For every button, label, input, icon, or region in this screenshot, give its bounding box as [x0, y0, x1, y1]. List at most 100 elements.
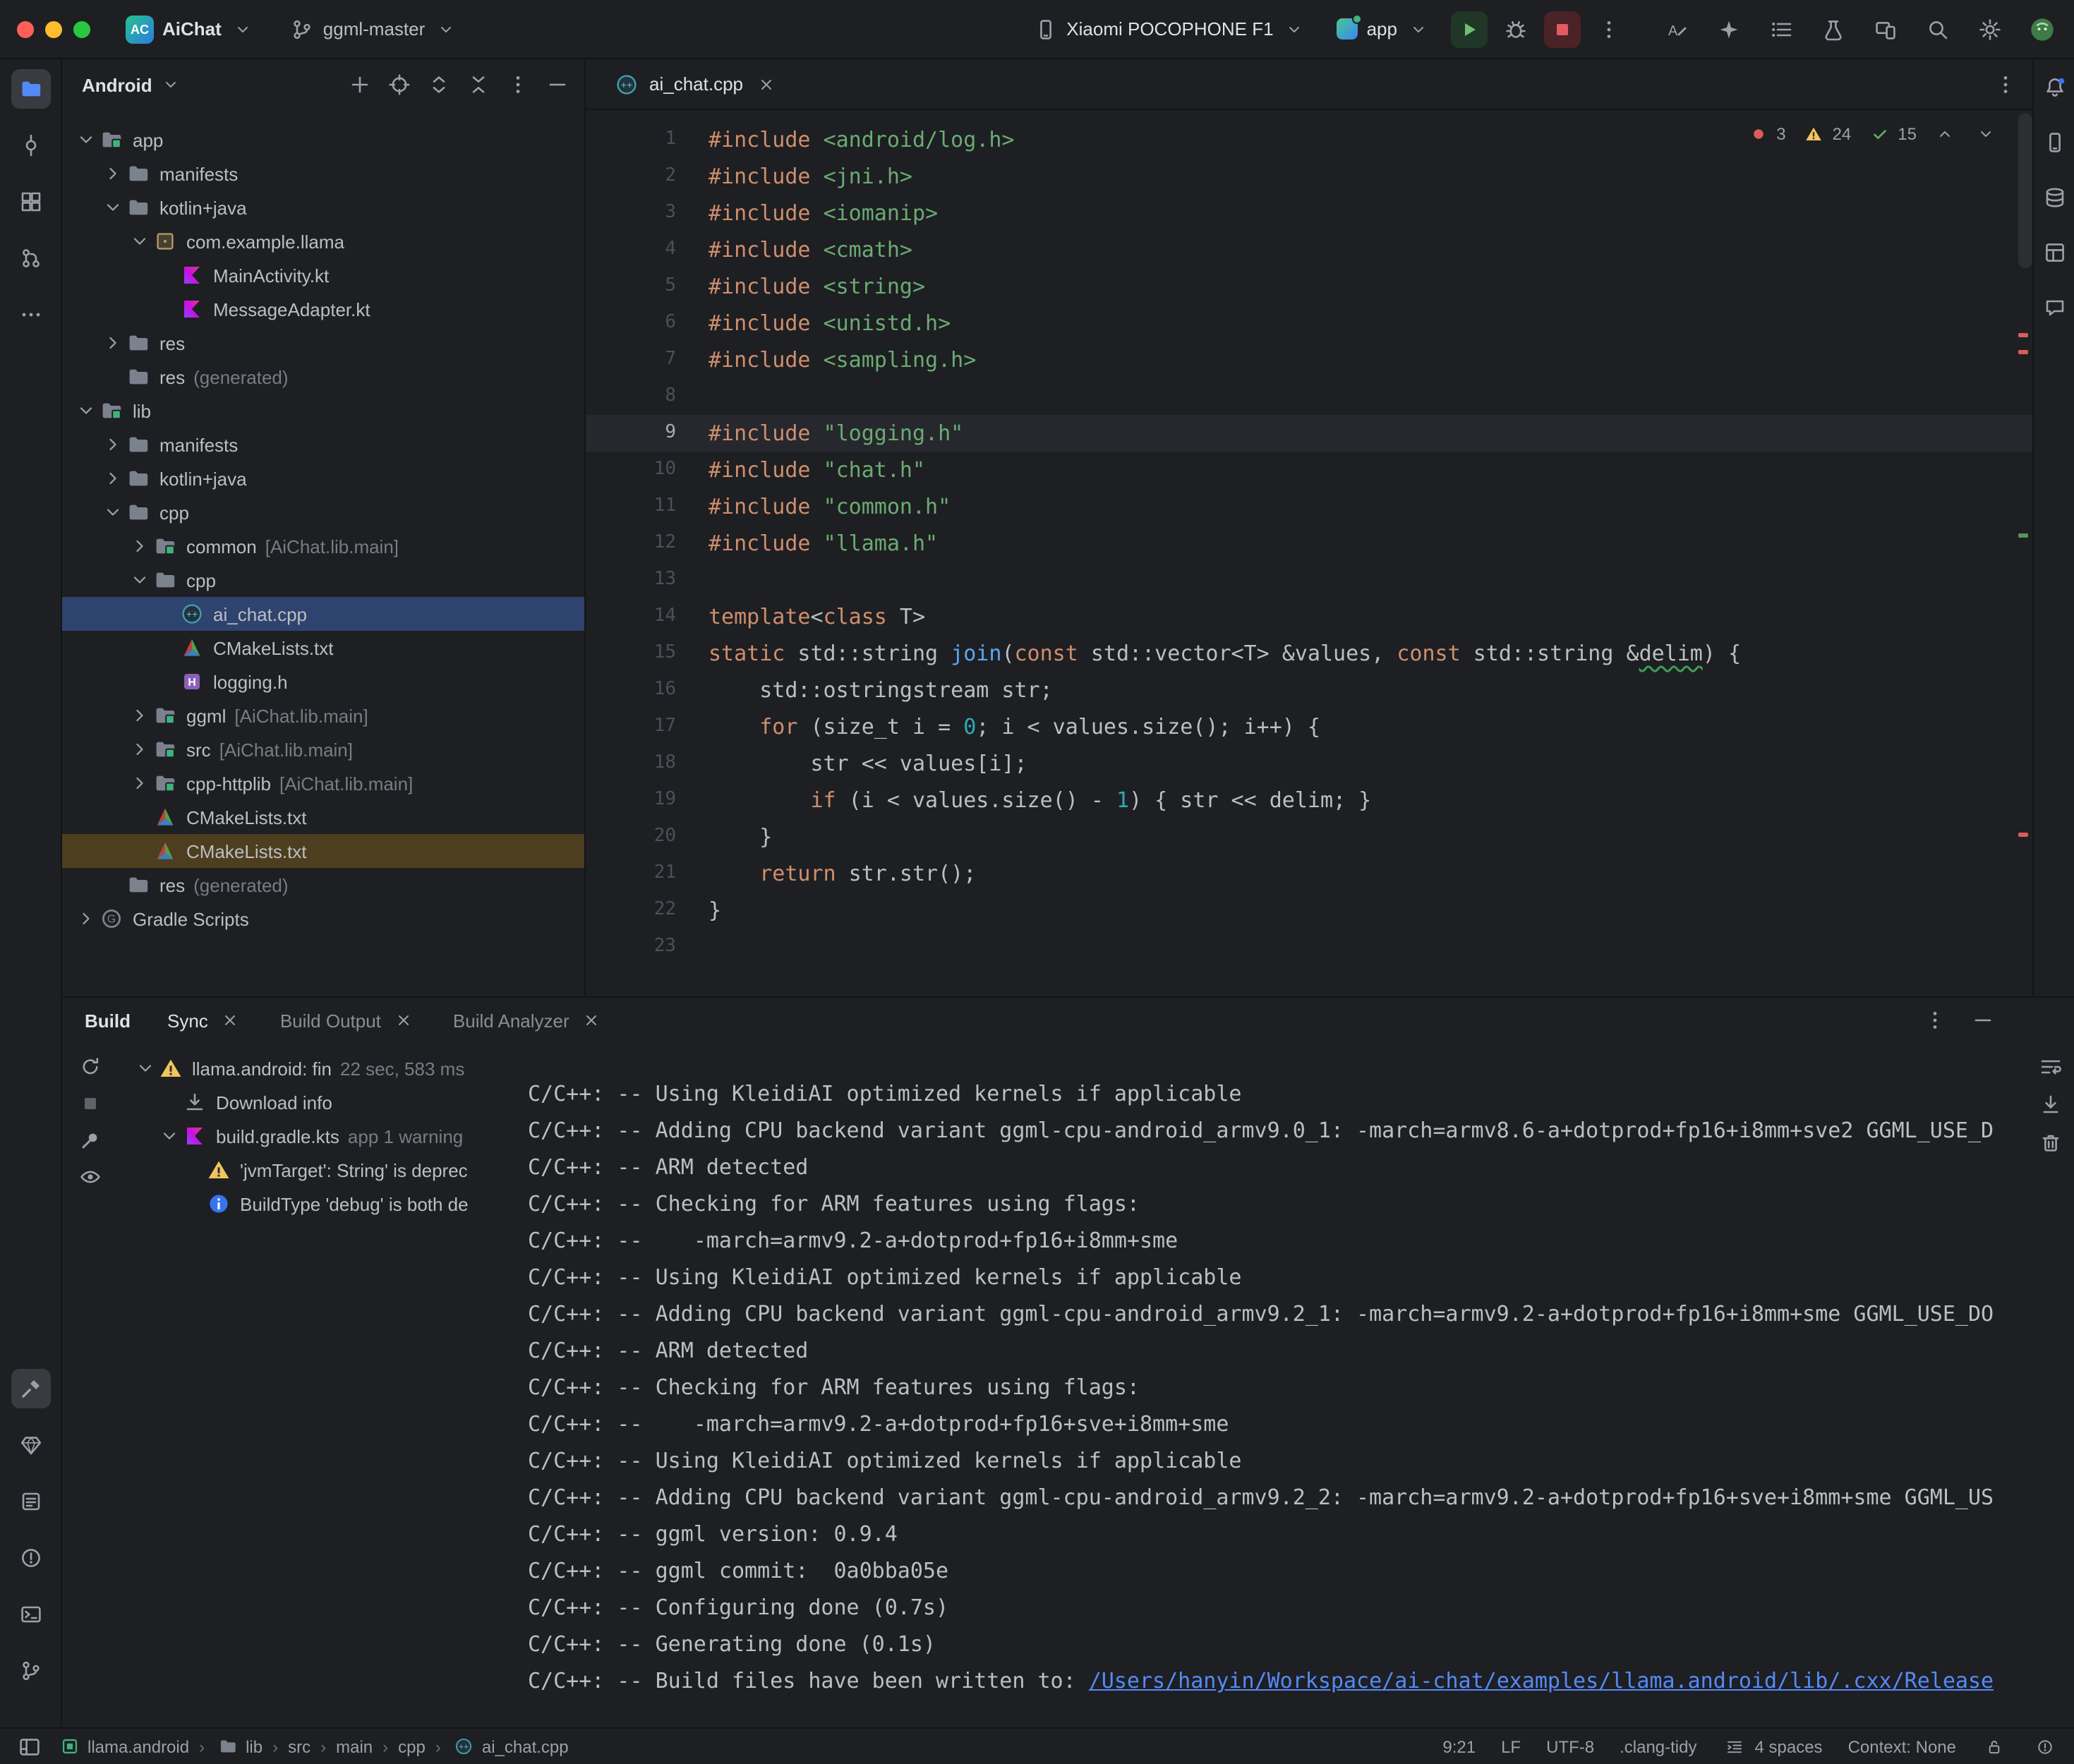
- line-number[interactable]: 2: [586, 158, 676, 195]
- project-tree-item[interactable]: com.example.llama: [62, 224, 584, 258]
- chevron-right-icon[interactable]: [100, 433, 124, 457]
- line-number[interactable]: 6: [586, 305, 676, 342]
- project-tree-item[interactable]: manifests: [62, 157, 584, 191]
- line-number[interactable]: 9: [586, 415, 676, 452]
- breadcrumb-item[interactable]: cpp: [398, 1736, 426, 1756]
- line-number[interactable]: 14: [586, 598, 676, 635]
- indent-setting[interactable]: 4 spaces: [1723, 1734, 1823, 1759]
- chevron-down-icon[interactable]: [100, 195, 124, 219]
- chevron-right-icon[interactable]: [100, 466, 124, 490]
- project-view-selector[interactable]: Android: [82, 74, 152, 95]
- line-number[interactable]: 12: [586, 525, 676, 562]
- soft-wrap-icon[interactable]: [2038, 1054, 2063, 1080]
- code-area[interactable]: 1#include <android/log.h>2#include <jni.…: [586, 110, 2032, 996]
- todo-list-icon[interactable]: [1768, 16, 1794, 42]
- hide-build-panel-icon[interactable]: [1970, 1008, 1996, 1033]
- project-tree-item[interactable]: cpp: [62, 563, 584, 597]
- error-stripe-mark[interactable]: [2018, 333, 2028, 337]
- project-tree-item[interactable]: cpp: [62, 495, 584, 529]
- ai-assistant-icon[interactable]: [1716, 16, 1742, 42]
- build-console[interactable]: C/C++: -- Using KleidiAI optimized kerne…: [508, 1043, 2074, 1727]
- settings-icon[interactable]: [1977, 16, 2003, 42]
- close-icon[interactable]: [579, 1008, 605, 1033]
- line-number[interactable]: 1: [586, 121, 676, 158]
- build-tree-item[interactable]: build.gradle.ktsapp 1 warning: [119, 1119, 508, 1153]
- file-encoding[interactable]: UTF-8: [1546, 1736, 1594, 1756]
- clang-tidy[interactable]: .clang-tidy: [1620, 1736, 1696, 1756]
- error-stripe-mark[interactable]: [2018, 350, 2028, 354]
- debug-button[interactable]: [1497, 11, 1534, 47]
- breadcrumb-item[interactable]: main: [336, 1736, 373, 1756]
- app-quality-insights-tool-button[interactable]: [11, 1425, 50, 1465]
- project-tree-item[interactable]: GGradle Scripts: [62, 902, 584, 936]
- project-tree-item[interactable]: ggml[AiChat.lib.main]: [62, 699, 584, 732]
- chevron-right-icon[interactable]: [127, 703, 151, 727]
- project-tree-item[interactable]: CMakeLists.txt: [62, 631, 584, 665]
- project-tree-item[interactable]: MainActivity.kt: [62, 258, 584, 292]
- lock-icon[interactable]: [1982, 1734, 2007, 1759]
- tool-window-switcher-icon[interactable]: [17, 1734, 42, 1759]
- build-tab-sync[interactable]: Sync: [167, 1008, 243, 1033]
- project-tree-item[interactable]: common[AiChat.lib.main]: [62, 529, 584, 563]
- build-tree-item[interactable]: BuildType 'debug' is both de: [119, 1187, 508, 1221]
- filter-icon[interactable]: [78, 1164, 103, 1190]
- project-tree-item[interactable]: MessageAdapter.kt: [62, 292, 584, 326]
- more-tool-windows-tool-button[interactable]: [11, 295, 50, 334]
- line-number[interactable]: 22: [586, 892, 676, 929]
- minimize-window-button[interactable]: [45, 20, 62, 37]
- project-tree-item[interactable]: kotlin+java: [62, 461, 584, 495]
- close-icon[interactable]: [391, 1008, 416, 1033]
- profile-avatar-icon[interactable]: [2030, 16, 2055, 42]
- context-selector[interactable]: Context: None: [1848, 1736, 1956, 1756]
- line-number[interactable]: 13: [586, 562, 676, 598]
- line-number[interactable]: 18: [586, 745, 676, 782]
- editor-scrollbar[interactable]: [2018, 113, 2032, 268]
- line-number[interactable]: 5: [586, 268, 676, 305]
- status-notifications-icon[interactable]: [2032, 1734, 2058, 1759]
- project-tree-item[interactable]: cpp-httplib[AiChat.lib.main]: [62, 766, 584, 800]
- version-control-tool-button[interactable]: [11, 1651, 50, 1691]
- breadcrumb-item[interactable]: lib: [215, 1734, 263, 1759]
- chevron-down-icon[interactable]: [133, 1056, 157, 1080]
- build-tree-item[interactable]: llama.android: fin22 sec, 583 ms: [119, 1051, 508, 1085]
- close-icon[interactable]: [218, 1008, 243, 1033]
- terminal-tool-button[interactable]: [11, 1595, 50, 1634]
- line-number[interactable]: 3: [586, 195, 676, 231]
- passed-count[interactable]: 15: [1867, 121, 1917, 147]
- pull-requests-tool-button[interactable]: [11, 238, 50, 278]
- expand-all-icon[interactable]: [426, 72, 452, 97]
- project-tree-item[interactable]: CMakeLists.txt: [62, 834, 584, 868]
- console-file-link[interactable]: /Users/hanyin/Workspace/ai-chat/examples…: [1089, 1668, 1994, 1693]
- zoom-window-button[interactable]: [73, 20, 90, 37]
- project-tree-item[interactable]: lib: [62, 394, 584, 428]
- commit-tool-button[interactable]: [11, 126, 50, 165]
- previous-issue-icon[interactable]: [1932, 121, 1958, 147]
- line-number[interactable]: 11: [586, 488, 676, 525]
- build-variants-icon[interactable]: [1821, 16, 1846, 42]
- problems-tool-button[interactable]: [11, 1538, 50, 1578]
- line-number[interactable]: 7: [586, 342, 676, 378]
- project-tree-item[interactable]: app: [62, 123, 584, 157]
- build-tool-button[interactable]: [11, 1369, 50, 1408]
- build-tree-item[interactable]: Download info: [119, 1085, 508, 1119]
- chevron-down-icon[interactable]: [100, 500, 124, 524]
- build-tab-build-analyzer[interactable]: Build Analyzer: [453, 1008, 605, 1033]
- project-widget[interactable]: AC AiChat: [116, 9, 265, 49]
- device-manager-tool-button[interactable]: [2036, 124, 2073, 161]
- options-icon[interactable]: [505, 72, 531, 97]
- line-number[interactable]: 8: [586, 378, 676, 415]
- editor-options-icon[interactable]: [1993, 71, 2018, 97]
- inspection-widget[interactable]: 3 24 15: [1745, 121, 1998, 147]
- search-everywhere-icon[interactable]: [1925, 16, 1951, 42]
- line-number[interactable]: 19: [586, 782, 676, 818]
- project-tree-item[interactable]: src[AiChat.lib.main]: [62, 732, 584, 766]
- chevron-down-icon[interactable]: [127, 568, 151, 592]
- line-number[interactable]: 17: [586, 708, 676, 745]
- project-tree-item[interactable]: manifests: [62, 428, 584, 461]
- build-options-icon[interactable]: [1922, 1008, 1948, 1033]
- run-button[interactable]: [1451, 11, 1488, 47]
- error-stripe-mark[interactable]: [2018, 833, 2028, 837]
- close-window-button[interactable]: [17, 20, 34, 37]
- error-count[interactable]: 3: [1745, 121, 1785, 147]
- branch-widget[interactable]: ggml-master: [279, 11, 469, 47]
